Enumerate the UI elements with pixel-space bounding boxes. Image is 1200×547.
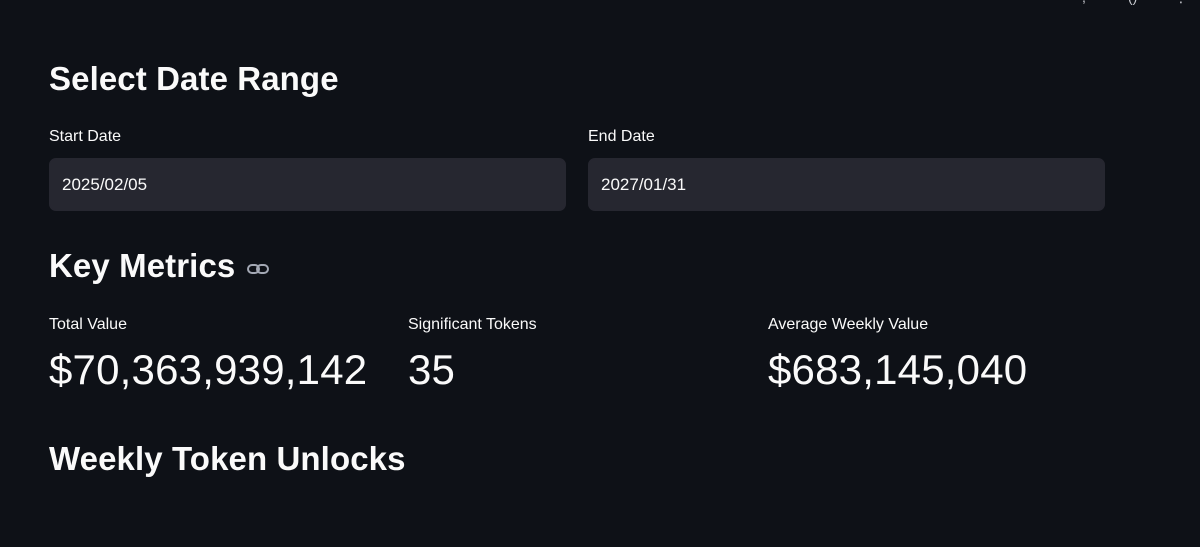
key-metrics-heading: Key Metrics [49,247,236,284]
end-date-label: End Date [588,128,655,145]
start-date-label: Start Date [49,128,122,145]
start-date-field: Start Date [49,128,566,211]
metric-value: $683,145,040 [768,346,1028,393]
metric-significant-tokens: Significant Tokens 35 [408,316,537,394]
metric-label: Total Value [49,316,127,333]
end-date-input[interactable] [588,158,1105,211]
app-page: , () ⋮ Select Date Range Start Date End … [0,0,1200,547]
end-date-field: End Date [588,128,1105,211]
metric-value: 35 [408,346,456,393]
menu-icon[interactable]: ⋮ [1174,0,1192,4]
weekly-token-unlocks-heading: Weekly Token Unlocks [49,440,406,477]
toolbar-partial-icon[interactable]: , [1082,0,1100,4]
metric-value: $70,363,939,142 [49,346,368,393]
metric-label: Significant Tokens [408,316,537,333]
metric-average-weekly-value: Average Weekly Value $683,145,040 [768,316,1027,394]
top-toolbar: , () ⋮ [1082,0,1192,4]
link-icon[interactable] [247,262,270,276]
metric-total-value: Total Value $70,363,939,142 [49,316,367,394]
select-date-range-heading: Select Date Range [49,60,339,97]
start-date-input[interactable] [49,158,566,211]
github-icon[interactable]: () [1128,0,1146,4]
key-metrics-header: Key Metrics [49,247,270,285]
metric-label: Average Weekly Value [768,316,929,333]
